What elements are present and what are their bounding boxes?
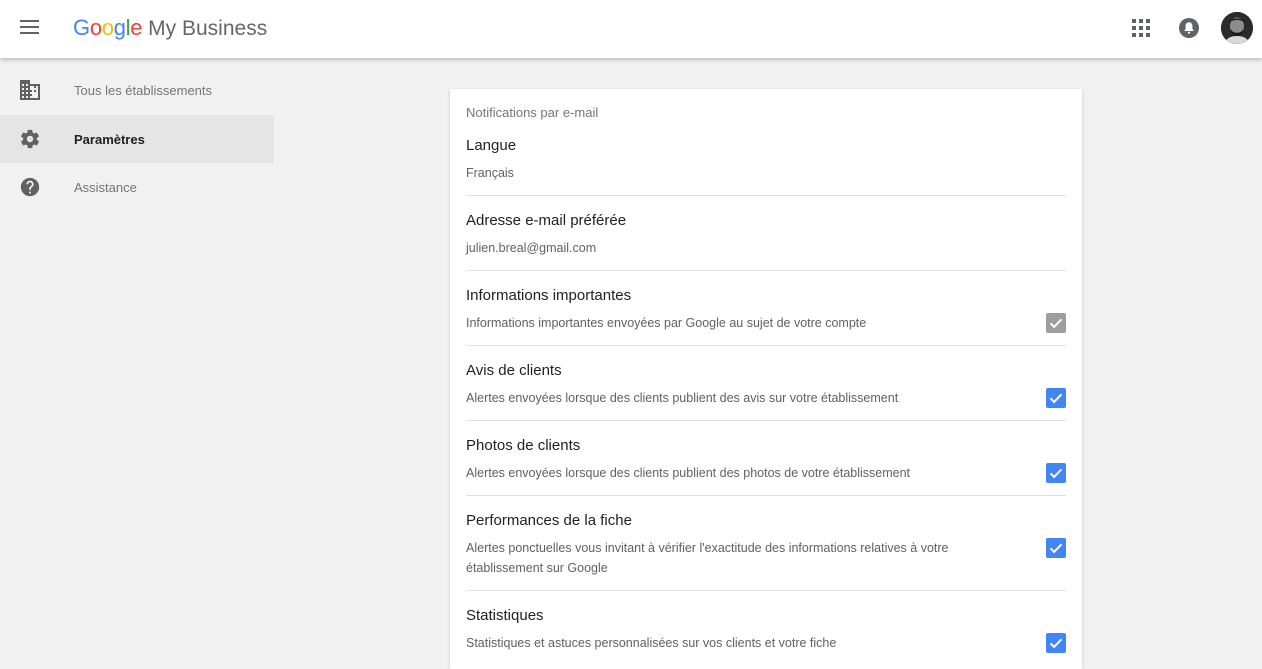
setting-title: Statistiques xyxy=(466,607,544,624)
google-logo: Google xyxy=(73,15,143,40)
setting-description: Statistiques et astuces personnalisées s… xyxy=(466,636,837,650)
setting-value: julien.breal@gmail.com xyxy=(466,241,597,255)
settings-card: Notifications par e-mail Langue Français… xyxy=(450,89,1082,669)
setting-title: Informations importantes xyxy=(466,287,632,304)
sidebar-item-label: Paramètres xyxy=(74,131,145,147)
card-title: Notifications par e-mail xyxy=(466,105,599,120)
apps-grid-icon[interactable] xyxy=(1132,19,1150,37)
setting-statistics: Statistiques Statistiques et astuces per… xyxy=(466,606,1066,666)
setting-title: Adresse e-mail préférée xyxy=(466,212,627,229)
setting-preferred-email[interactable]: Adresse e-mail préférée julien.breal@gma… xyxy=(466,211,1066,271)
product-name: My Business xyxy=(148,17,268,40)
menu-icon[interactable] xyxy=(20,19,40,37)
setting-description: Alertes envoyées lorsque des clients pub… xyxy=(466,391,899,405)
setting-description: Alertes envoyées lorsque des clients pub… xyxy=(466,466,911,480)
setting-title: Avis de clients xyxy=(466,362,562,379)
setting-title: Langue xyxy=(466,137,517,154)
sidebar-item-help[interactable]: Assistance xyxy=(0,163,274,211)
setting-language[interactable]: Langue Français xyxy=(466,136,1066,196)
setting-title: Photos de clients xyxy=(466,437,581,454)
sidebar-item-settings[interactable]: Paramètres xyxy=(0,115,274,163)
setting-listing-performance: Performances de la fiche Alertes ponctue… xyxy=(466,511,1066,591)
setting-description: Alertes ponctuelles vous invitant à véri… xyxy=(466,541,949,575)
account-avatar[interactable] xyxy=(1221,12,1253,44)
building-icon xyxy=(19,79,41,101)
setting-customer-reviews: Avis de clients Alertes envoyées lorsque… xyxy=(466,361,1066,421)
notifications-icon[interactable] xyxy=(1178,17,1200,39)
top-app-bar: Google My Business xyxy=(0,0,1262,58)
help-icon xyxy=(19,176,41,198)
sidebar-item-label: Tous les établissements xyxy=(74,82,213,98)
setting-customer-photos: Photos de clients Alertes envoyées lorsq… xyxy=(466,436,1066,496)
sidebar-item-all-locations[interactable]: Tous les établissements xyxy=(0,66,274,114)
gear-icon xyxy=(19,128,41,150)
setting-description: Informations importantes envoyées par Go… xyxy=(466,316,867,330)
sidebar: Tous les établissements Paramètres Assis… xyxy=(0,58,274,651)
important-info-checkbox xyxy=(1046,313,1066,333)
customer-reviews-checkbox[interactable] xyxy=(1046,388,1066,408)
setting-value: Français xyxy=(466,166,514,180)
app-brand[interactable]: Google My Business xyxy=(73,12,267,46)
listing-performance-checkbox[interactable] xyxy=(1046,538,1066,558)
setting-title: Performances de la fiche xyxy=(466,512,632,529)
sidebar-item-label: Assistance xyxy=(74,179,137,195)
customer-photos-checkbox[interactable] xyxy=(1046,463,1066,483)
setting-important-info: Informations importantes Informations im… xyxy=(466,286,1066,346)
statistics-checkbox[interactable] xyxy=(1046,633,1066,653)
